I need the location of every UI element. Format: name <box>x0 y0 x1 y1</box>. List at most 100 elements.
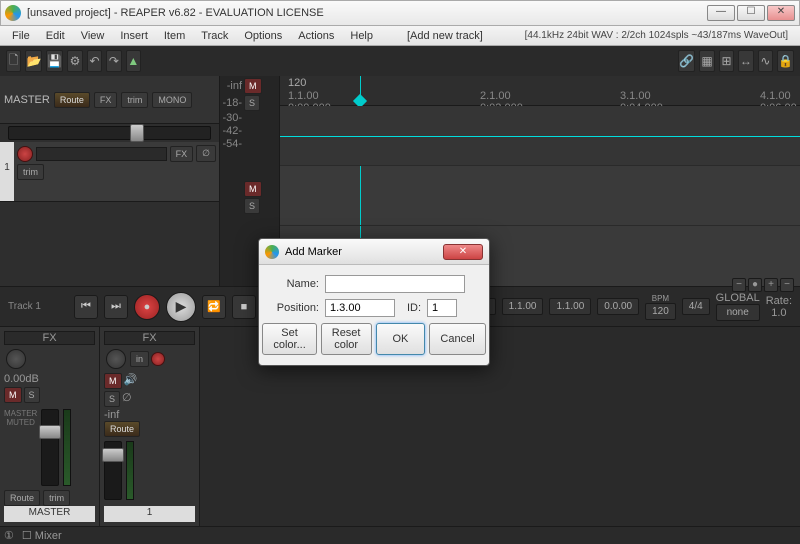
mixer-track-mute[interactable]: M <box>104 373 122 389</box>
lock-icon[interactable]: 🔒 <box>777 50 794 72</box>
statusbar: ① ☐ Mixer <box>0 526 800 544</box>
record-button[interactable]: ● <box>134 294 160 320</box>
mixer-master-route[interactable]: Route <box>4 490 40 506</box>
settings-icon[interactable]: ⚙ <box>67 50 82 72</box>
master-solo-button[interactable]: S <box>244 95 260 111</box>
mixer-track-route[interactable]: Route <box>104 421 140 437</box>
redo-icon[interactable]: ↷ <box>106 50 121 72</box>
mixer-track-label[interactable]: 1 <box>104 506 195 522</box>
mixer-master-fader[interactable] <box>41 409 59 486</box>
snap-icon[interactable]: ⊞ <box>719 50 734 72</box>
sel-end[interactable]: 1.1.00 <box>502 298 544 315</box>
master-fx-button[interactable]: FX <box>94 92 118 108</box>
master-trim-button[interactable]: trim <box>121 92 148 108</box>
goto-start-button[interactable]: ⏮ <box>74 295 98 319</box>
mixer-input-button[interactable]: in <box>130 351 149 367</box>
minimize-button[interactable]: — <box>707 5 735 21</box>
track-trim-button[interactable]: trim <box>17 164 44 180</box>
phase-icon[interactable]: ∅ <box>122 391 132 407</box>
add-marker-dialog: Add Marker ✕ Name: Position: ID: Set col… <box>258 238 490 366</box>
ripple-icon[interactable]: ↔ <box>738 50 753 72</box>
master-fader[interactable] <box>8 126 211 140</box>
menu-file[interactable]: File <box>4 28 38 44</box>
track-fx-button[interactable]: FX <box>170 146 194 162</box>
mixer-track-fx[interactable]: FX <box>104 331 195 345</box>
add-new-track[interactable]: [Add new track] <box>399 28 491 44</box>
menu-insert[interactable]: Insert <box>112 28 156 44</box>
menubar: File Edit View Insert Item Track Options… <box>0 26 800 46</box>
menu-item[interactable]: Item <box>156 28 193 44</box>
mixer-master-fx[interactable]: FX <box>4 331 95 345</box>
menu-help[interactable]: Help <box>342 28 381 44</box>
marker-id-input[interactable] <box>427 299 457 317</box>
track-number[interactable]: 1 <box>0 142 14 201</box>
status-indicator[interactable]: ① <box>4 529 14 542</box>
ok-button[interactable]: OK <box>376 323 426 355</box>
automation-mode[interactable]: none <box>716 304 760 321</box>
sel-zero[interactable]: 0.0.00 <box>597 298 639 315</box>
window-title: [unsaved project] - REAPER v6.82 - EVALU… <box>27 7 707 19</box>
record-arm-button[interactable] <box>17 146 33 162</box>
menu-edit[interactable]: Edit <box>38 28 73 44</box>
maximize-button[interactable]: ☐ <box>737 5 765 21</box>
dialog-title: Add Marker <box>285 246 342 258</box>
zoom-controls: − ● + − <box>732 278 794 292</box>
marker-name-input[interactable] <box>325 275 465 293</box>
mixer-toggle[interactable]: ☐ Mixer <box>22 529 62 542</box>
zoom-out-icon[interactable]: − <box>732 278 746 292</box>
marker-position-input[interactable] <box>325 299 395 317</box>
menu-track[interactable]: Track <box>193 28 236 44</box>
master-muted-label: MASTER MUTED <box>4 409 37 486</box>
stop-button[interactable]: ■ <box>232 295 256 319</box>
mixer-recarm-button[interactable] <box>151 352 165 366</box>
cancel-button[interactable]: Cancel <box>429 323 485 355</box>
mixer-track-fader[interactable] <box>104 441 122 500</box>
repeat-button[interactable]: 🔁 <box>202 295 226 319</box>
master-mute-button[interactable]: M <box>244 78 262 94</box>
track-name-field[interactable] <box>36 147 167 161</box>
track-lane[interactable] <box>280 166 800 226</box>
track-row: 1 FX ∅ trim <box>0 142 219 202</box>
time-sig[interactable]: 4/4 <box>682 298 710 315</box>
sel-len[interactable]: 1.1.00 <box>549 298 591 315</box>
dialog-titlebar[interactable]: Add Marker ✕ <box>259 239 489 265</box>
mixer-master-solo[interactable]: S <box>24 387 40 403</box>
mixer-master-trim[interactable]: trim <box>43 490 70 506</box>
zoom-reset-icon[interactable]: − <box>780 278 794 292</box>
goto-end-button[interactable]: ⏭ <box>104 295 128 319</box>
dialog-icon <box>265 245 279 259</box>
master-route-button[interactable]: Route <box>54 92 90 108</box>
link-icon[interactable]: 🔗 <box>678 50 695 72</box>
reset-color-button[interactable]: Reset color <box>321 323 372 355</box>
menu-view[interactable]: View <box>73 28 113 44</box>
rate-field[interactable]: 1.0 <box>766 307 792 319</box>
mixer-master-label[interactable]: MASTER <box>4 506 95 522</box>
set-color-button[interactable]: Set color... <box>262 323 316 355</box>
menu-options[interactable]: Options <box>236 28 290 44</box>
play-button[interactable]: ▶ <box>166 292 196 322</box>
zoom-scroll-icon[interactable]: ● <box>748 278 762 292</box>
open-project-icon[interactable]: 📂 <box>25 50 42 72</box>
new-project-icon[interactable]: 🗋 <box>6 50 21 72</box>
tempo-display[interactable]: 120 <box>288 77 306 89</box>
track-solo-button[interactable]: S <box>244 198 260 214</box>
master-pan-knob[interactable] <box>6 349 26 369</box>
master-mono-button[interactable]: MONO <box>152 92 192 108</box>
undo-icon[interactable]: ↶ <box>87 50 102 72</box>
bpm-field[interactable]: 120 <box>645 303 676 320</box>
menu-actions[interactable]: Actions <box>290 28 342 44</box>
grid-icon[interactable]: ▦ <box>699 50 714 72</box>
zoom-in-icon[interactable]: + <box>764 278 778 292</box>
close-button[interactable]: ✕ <box>767 5 795 21</box>
track-fx-bypass[interactable]: ∅ <box>196 145 216 162</box>
save-project-icon[interactable]: 💾 <box>46 50 63 72</box>
mixer-track-solo[interactable]: S <box>104 391 120 407</box>
mixer-master-mute[interactable]: M <box>4 387 22 403</box>
master-lane[interactable] <box>280 106 800 166</box>
speaker-icon[interactable]: 🔊 <box>124 373 138 389</box>
dialog-close-button[interactable]: ✕ <box>443 244 483 260</box>
track-pan-knob[interactable] <box>106 349 126 369</box>
envelope-icon[interactable]: ∿ <box>758 50 773 72</box>
track-mute-button[interactable]: M <box>244 181 262 197</box>
metronome-icon[interactable]: ▲ <box>126 50 141 72</box>
